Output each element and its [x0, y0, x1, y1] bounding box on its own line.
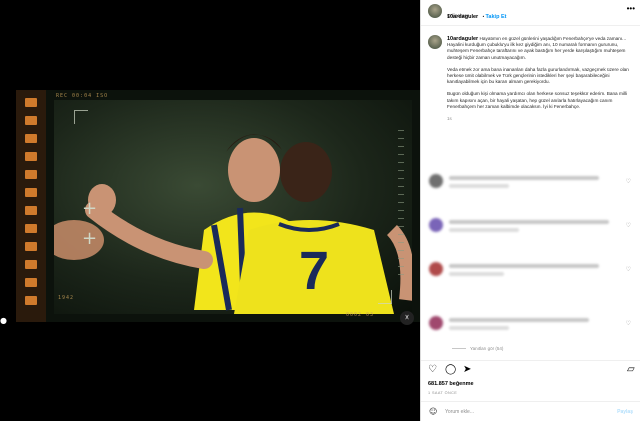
caption-age: 1s [447, 116, 452, 122]
view-replies-label: Yanıtları gör (54) [470, 346, 504, 351]
person-tag-icon[interactable]: ● [0, 316, 7, 325]
hud-bottom-right-text: 0002 03 [346, 312, 375, 318]
caption-paragraph-3: Bugün olduğum kişi olmama yardımcı olan … [447, 91, 628, 109]
post-comment-button[interactable]: Paylaş [617, 409, 633, 415]
send-icon[interactable]: ➤ [463, 364, 471, 375]
add-comment-bar: ☺ Yorum ekle... Paylaş [421, 401, 640, 421]
hud-crosshair: + [82, 198, 98, 219]
action-bar: ♡ ◯ ➤ ▱ [421, 360, 640, 378]
avatar[interactable] [428, 4, 442, 18]
post-side-panel: 10ardaguler • Takip Et Orijinal ses ••• … [420, 0, 640, 421]
post-header: 10ardaguler • Takip Et Orijinal ses ••• [421, 0, 640, 26]
comment-input[interactable]: Yorum ekle... [445, 409, 474, 415]
caption-paragraph-2: Veda etmek zor ama bana inananları daha … [447, 66, 629, 85]
list-item[interactable]: ♡ [427, 316, 635, 338]
players-illustration [54, 134, 412, 314]
post-time: 1 SAAT ÖNCE [428, 391, 458, 395]
caption-username[interactable]: 10ardaguler [447, 36, 478, 42]
smile-icon[interactable]: ☺ [429, 407, 437, 416]
list-item[interactable]: ♡ [427, 262, 635, 284]
heart-icon[interactable]: ♡ [428, 364, 437, 375]
likes-count[interactable]: 681.857 beğenme [428, 381, 474, 387]
heart-icon[interactable]: ♡ [626, 222, 631, 229]
heart-icon[interactable]: ♡ [626, 266, 631, 273]
video-frame[interactable]: 7 + + REC 00:04 ISO 1942 0002 03 [16, 90, 420, 322]
bookmark-icon[interactable]: ▱ [627, 364, 635, 375]
jersey-number: 7 [299, 241, 330, 301]
hud-corner [74, 110, 88, 124]
hud-ruler [398, 130, 404, 280]
hud-bottom-left-text: 1942 [58, 295, 75, 301]
caption-avatar[interactable] [428, 35, 442, 49]
hud-crosshair: + [82, 228, 98, 249]
volume-muted-icon[interactable]: ☓ [400, 311, 414, 325]
hud-top-text: REC 00:04 ISO [56, 93, 109, 99]
heart-icon[interactable]: ♡ [626, 320, 631, 327]
list-item[interactable]: ♡ [427, 218, 635, 240]
heart-icon[interactable]: ♡ [626, 178, 631, 185]
more-horizontal-icon[interactable]: ••• [627, 4, 635, 13]
hud-corner [378, 290, 392, 304]
view-replies-link[interactable]: Yanıtları gör (54) [452, 346, 503, 351]
post-media[interactable]: 7 + + REC 00:04 ISO 1942 0002 03 ● ☓ [0, 0, 420, 421]
list-item[interactable]: ♡ [427, 174, 635, 196]
comment-icon[interactable]: ◯ [445, 364, 456, 375]
audio-label[interactable]: Orijinal ses [447, 13, 469, 18]
follow-button[interactable]: Takip Et [485, 14, 506, 20]
video-scene: 7 + + [54, 100, 412, 314]
caption: 10ardaguler Hayatımın en güzel günlerini… [447, 36, 637, 122]
film-strip-decoration [16, 90, 46, 322]
